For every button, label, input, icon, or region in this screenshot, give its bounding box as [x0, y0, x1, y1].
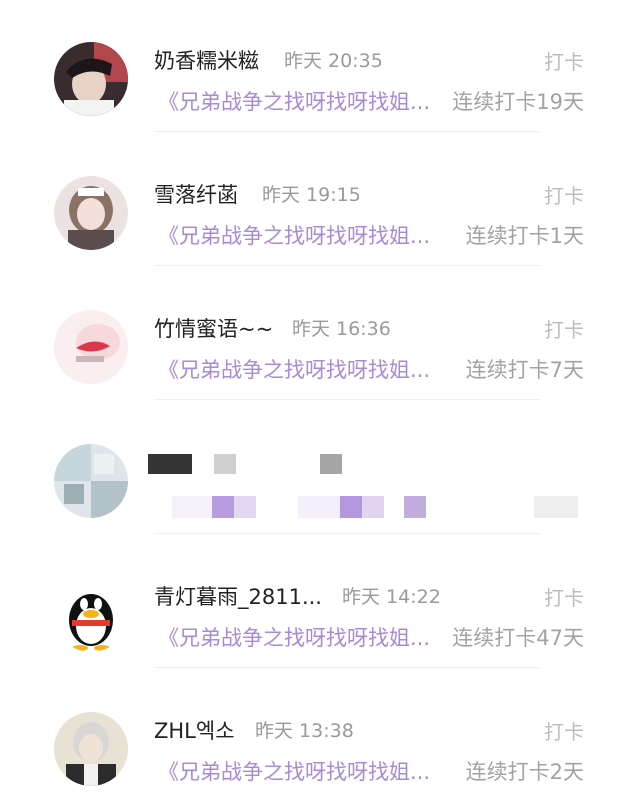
avatar[interactable]: [54, 176, 128, 250]
qq-penguin-icon: [54, 578, 128, 652]
user-name[interactable]: ZHL엑소: [154, 715, 235, 745]
list-item[interactable]: 青灯暮雨_2811... 昨天 14:22 打卡 《兄弟战争之找呀找呀找姐...…: [0, 536, 640, 670]
avatar[interactable]: [54, 42, 128, 116]
blurred-block: [404, 496, 426, 518]
checkin-action-label: 打卡: [544, 318, 584, 342]
streak-count: 连续打卡19天: [452, 90, 584, 114]
avatar[interactable]: [54, 712, 128, 786]
book-title-link[interactable]: 《兄弟战争之找呀找呀找姐...: [158, 86, 440, 116]
book-title-link[interactable]: 《兄弟战争之找呀找呀找姐...: [158, 354, 440, 384]
divider: [154, 533, 540, 534]
avatar[interactable]: [54, 310, 128, 384]
avatar[interactable]: [54, 444, 128, 518]
blurred-block: [298, 496, 340, 518]
streak-count: 连续打卡2天: [465, 760, 584, 784]
book-title-link[interactable]: 《兄弟战争之找呀找呀找姐...: [158, 622, 440, 652]
blurred-block: [214, 454, 236, 474]
checkin-action-label: 打卡: [544, 50, 584, 74]
blurred-block: [172, 496, 212, 518]
user-name[interactable]: 雪落纤菡: [154, 179, 238, 209]
list-item[interactable]: ZHL엑소 昨天 13:38 打卡 《兄弟战争之找呀找呀找姐... 连续打卡2天: [0, 670, 640, 804]
streak-count: 连续打卡47天: [452, 626, 584, 650]
blurred-block: [234, 496, 256, 518]
list-item[interactable]: 竹情蜜语~~ 昨天 16:36 打卡 《兄弟战争之找呀找呀找姐... 连续打卡7…: [0, 268, 640, 402]
divider: [154, 265, 540, 266]
checkin-time: 昨天 20:35: [284, 50, 383, 72]
blurred-block: [340, 496, 362, 518]
list-item[interactable]: 雪落纤菡 昨天 19:15 打卡 《兄弟战争之找呀找呀找姐... 连续打卡1天: [0, 134, 640, 268]
checkin-action-label: 打卡: [544, 184, 584, 208]
checkin-action-label: 打卡: [544, 586, 584, 610]
checkin-list: 奶香糯米糍 昨天 20:35 打卡 《兄弟战争之找呀找呀找姐... 连续打卡19…: [0, 0, 640, 799]
blurred-block: [148, 454, 192, 474]
avatar[interactable]: [54, 578, 128, 652]
divider: [154, 667, 540, 668]
list-item-obscured[interactable]: [0, 402, 640, 536]
checkin-time: 昨天 16:36: [292, 318, 391, 340]
user-name[interactable]: 竹情蜜语~~: [154, 313, 273, 343]
divider: [154, 131, 540, 132]
blurred-block: [320, 454, 342, 474]
checkin-action-label: 打卡: [544, 720, 584, 744]
blurred-block: [212, 496, 234, 518]
blurred-block: [362, 496, 384, 518]
user-name[interactable]: 奶香糯米糍: [154, 45, 259, 75]
book-title-link[interactable]: 《兄弟战争之找呀找呀找姐...: [158, 220, 440, 250]
divider: [154, 399, 540, 400]
checkin-time: 昨天 13:38: [255, 720, 354, 742]
streak-count: 连续打卡7天: [465, 358, 584, 382]
book-title-link[interactable]: 《兄弟战争之找呀找呀找姐...: [158, 756, 440, 786]
user-name[interactable]: 青灯暮雨_2811...: [154, 581, 322, 611]
checkin-time: 昨天 19:15: [262, 184, 361, 206]
checkin-time: 昨天 14:22: [342, 586, 441, 608]
list-item[interactable]: 奶香糯米糍 昨天 20:35 打卡 《兄弟战争之找呀找呀找姐... 连续打卡19…: [0, 0, 640, 134]
streak-count: 连续打卡1天: [465, 224, 584, 248]
blurred-block: [534, 496, 578, 518]
